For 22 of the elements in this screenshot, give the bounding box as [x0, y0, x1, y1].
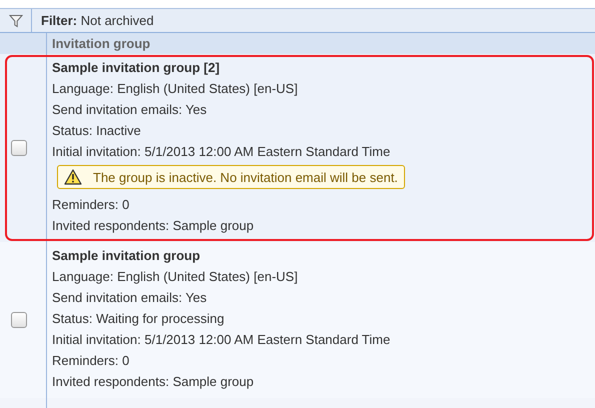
detail-text: Invited respondents: Sample group	[52, 373, 255, 391]
detail-text: Language: English (United States) [en-US]	[52, 80, 299, 98]
column-header[interactable]: Invitation group	[47, 36, 150, 52]
group-title: Sample invitation group [2]	[52, 59, 221, 77]
warning-message: The group is inactive. No invitation email will be sent.	[57, 165, 405, 189]
detail-text: Initial invitation: 5/1/2013 12:00 AM Eastern Standard Time	[52, 331, 392, 349]
group-title: Sample invitation group	[52, 247, 202, 265]
warning-icon	[64, 169, 82, 185]
filter-icon[interactable]	[8, 14, 22, 28]
detail-text: Reminders: 0	[52, 352, 130, 370]
detail-text: Invited respondents: Sample group	[52, 217, 255, 235]
checkbox[interactable]	[11, 140, 27, 156]
detail-text: Send invitation emails: Yes	[52, 101, 208, 119]
detail-text: Reminders: 0	[52, 196, 130, 214]
filter-text: Filter: Not archived	[40, 13, 154, 28]
table-row[interactable]	[0, 242, 595, 398]
detail-text: Send invitation emails: Yes	[52, 289, 208, 307]
detail-text: Initial invitation: 5/1/2013 12:00 AM Eastern Standard Time	[52, 143, 392, 161]
checkbox[interactable]	[11, 312, 27, 328]
detail-text: Language: English (United States) [en-US]	[52, 268, 299, 286]
detail-text: Status: Inactive	[52, 122, 142, 140]
detail-text: Status: Waiting for processing	[52, 310, 226, 328]
